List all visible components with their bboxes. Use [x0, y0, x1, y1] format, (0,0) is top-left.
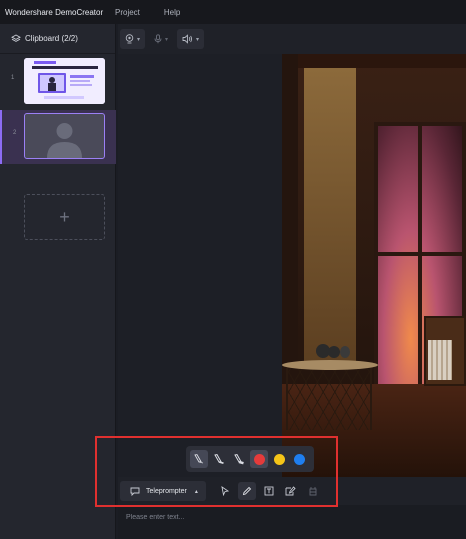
- menu-bar: Wondershare DemoCreator Project Help: [0, 0, 466, 24]
- speaker-button[interactable]: ▾: [177, 29, 205, 49]
- slide-2[interactable]: 2: [0, 110, 116, 164]
- layers-icon: [11, 33, 21, 42]
- chevron-down-icon: ▾: [196, 36, 200, 43]
- speaker-icon: [182, 34, 193, 44]
- plus-icon: +: [59, 206, 70, 227]
- teleprompter-text-area: [118, 505, 466, 539]
- menu-help[interactable]: Help: [164, 8, 180, 17]
- teleprompter-text-input[interactable]: [118, 507, 466, 527]
- slide-1[interactable]: 1: [0, 55, 116, 109]
- microphone-icon: [154, 34, 162, 44]
- clipboard-title: Clipboard (2/2): [25, 34, 78, 43]
- slide-1-thumbnail[interactable]: [24, 58, 105, 104]
- slide-2-thumbnail[interactable]: [24, 113, 105, 159]
- clipboard-header: Clipboard (2/2): [0, 24, 115, 54]
- chevron-down-icon: ▾: [137, 36, 141, 43]
- capture-toolbar: ▾ ▾ ▾: [118, 24, 466, 54]
- microphone-button[interactable]: ▾: [149, 29, 173, 49]
- webcam-icon: [125, 34, 134, 44]
- preview-background-image: [282, 54, 466, 477]
- webcam-button[interactable]: ▾: [120, 29, 146, 49]
- menu-project[interactable]: Project: [115, 8, 140, 17]
- preview-stage: [118, 54, 466, 477]
- app-title: Wondershare DemoCreator: [5, 7, 104, 17]
- slide-number: 1: [11, 75, 15, 81]
- add-slide-button[interactable]: +: [24, 194, 105, 240]
- slide-number: 2: [13, 130, 17, 136]
- highlight-box: [95, 436, 338, 507]
- avatar-placeholder-icon: [47, 123, 82, 158]
- chevron-down-icon: ▾: [165, 36, 169, 43]
